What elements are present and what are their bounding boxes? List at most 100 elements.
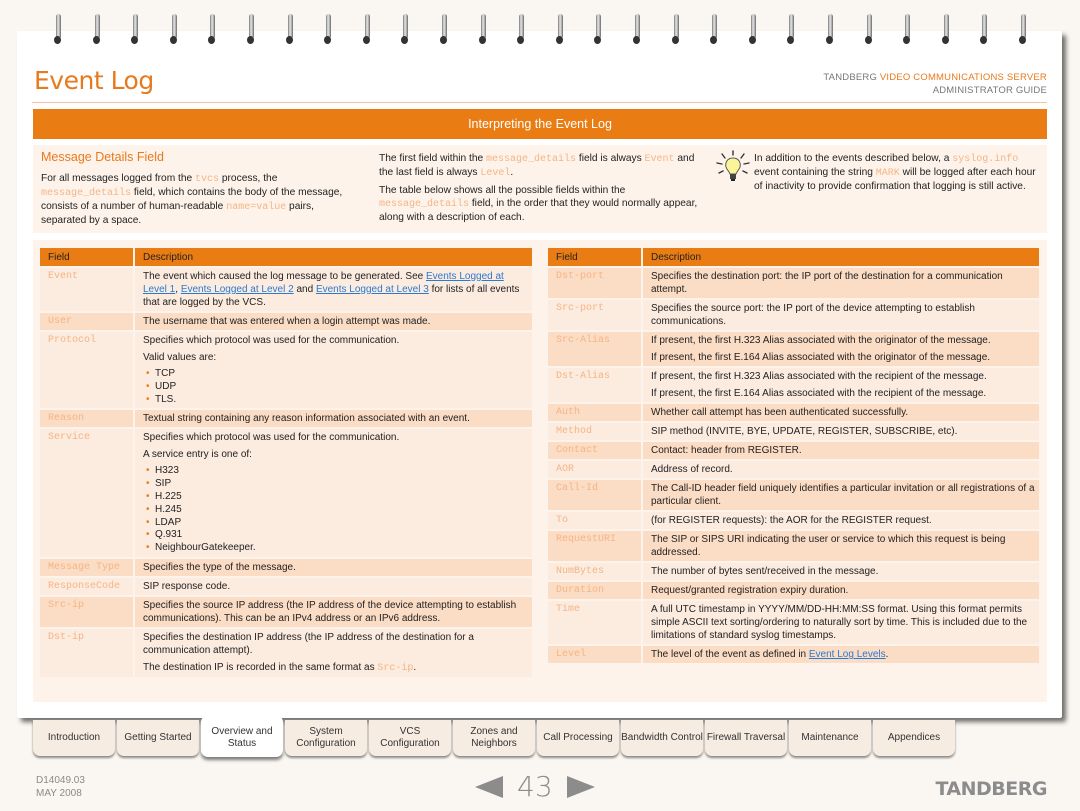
link-event-log-levels[interactable]: Event Log Levels (809, 649, 886, 660)
previous-page-arrow-icon[interactable] (475, 775, 503, 798)
field-name: Src-Alias (548, 332, 641, 366)
table-row: NumBytes The number of bytes sent/receiv… (548, 563, 1039, 580)
field-name: Call-Id (548, 480, 641, 510)
code-text: syslog.info (952, 154, 1019, 165)
field-description: SIP method (INVITE, BYE, UPDATE, REGISTE… (641, 423, 1039, 440)
binding-ring (246, 14, 258, 46)
table-row: Event The event which caused the log mes… (40, 268, 532, 311)
field-description: Specifies the type of the message. (133, 558, 532, 576)
binding-ring (902, 14, 914, 46)
intro-column-2: The first field within the message_detai… (379, 152, 709, 228)
list-item: UDP (143, 381, 528, 394)
tab-firewall-traversal[interactable]: Firewall Traversal (705, 720, 787, 756)
page-navigation: 43 (475, 770, 595, 803)
field-description: Textual string containing any reason inf… (133, 410, 532, 428)
chapter-tabs: Introduction Getting Started Overview an… (33, 716, 957, 760)
field-description: If present, the first H.323 Alias associ… (641, 368, 1039, 402)
tab-bandwidth-control[interactable]: Bandwidth Control (621, 720, 703, 756)
field-name: Dst-Alias (548, 368, 641, 402)
table-row: Service Specifies which protocol was use… (40, 429, 532, 557)
section-title: Interpreting the Event Log (33, 109, 1047, 139)
text: . (885, 649, 889, 660)
guide-name: ADMINISTRATOR GUIDE (932, 85, 1047, 96)
field-description: Specifies the source port: the IP port o… (641, 300, 1039, 330)
tab-vcs-configuration[interactable]: VCS Configuration (369, 720, 451, 756)
table-row: AOR Address of record. (548, 461, 1039, 478)
table-row: Dst-Alias If present, the first H.323 Al… (548, 368, 1039, 402)
intro-panel: Message Details Field For all messages l… (33, 145, 1047, 233)
binding-ring (53, 14, 65, 46)
text: Specifies the destination IP address (th… (143, 631, 474, 656)
field-name: Message Type (40, 558, 133, 576)
tab-call-processing[interactable]: Call Processing (537, 720, 619, 756)
tab-maintenance[interactable]: Maintenance (789, 720, 871, 756)
text: The destination IP is recorded in the sa… (143, 661, 378, 673)
code-text: name=value (226, 202, 287, 213)
binding-ring (941, 14, 953, 46)
tab-introduction[interactable]: Introduction (33, 720, 115, 756)
code-text: message_details (379, 199, 470, 210)
table-header-row: Field Description (548, 248, 1039, 266)
list-item: NeighbourGatekeeper. (143, 542, 528, 555)
binding-ring (362, 14, 374, 46)
binding-ring (555, 14, 567, 46)
binding-ring (1018, 14, 1030, 46)
table-row: Time A full UTC timestamp in YYYY/MM/DD-… (548, 601, 1039, 644)
code-text: Src-ip (377, 662, 414, 674)
binding-ring (979, 14, 991, 46)
text: In addition to the events described belo… (754, 153, 953, 164)
next-page-arrow-icon[interactable] (566, 775, 595, 798)
field-description: The level of the event as defined in Eve… (641, 646, 1039, 663)
tip-box: In addition to the events described belo… (716, 150, 1041, 193)
intro-paragraph: The first field within the message_detai… (379, 152, 709, 180)
text: process, the (219, 173, 278, 184)
text: If present, the first H.323 Alias associ… (651, 335, 991, 346)
tab-getting-started[interactable]: Getting Started (117, 720, 199, 756)
table-row: Call-Id The Call-ID header field uniquel… (548, 480, 1039, 510)
intro-heading: Message Details Field (41, 150, 164, 164)
binding-ring (786, 14, 798, 46)
field-name: Src-port (548, 300, 641, 330)
column-header-field: Field (40, 248, 133, 266)
list-item: LDAP (143, 517, 528, 530)
link-events-level-2[interactable]: Events Logged at Level 2 (181, 284, 294, 295)
list-item: SIP (143, 478, 528, 491)
field-name: Dst-port (548, 268, 641, 298)
binding-ring (632, 14, 644, 46)
binding-ring (671, 14, 683, 46)
link-events-level-3[interactable]: Events Logged at Level 3 (316, 284, 429, 295)
list-item: H.225 (143, 491, 528, 504)
field-name: Auth (548, 404, 641, 421)
field-name: Method (548, 423, 641, 440)
binding-ring (478, 14, 490, 46)
document-info: D14049.03 MAY 2008 (36, 774, 85, 800)
field-name: ResponseCode (40, 577, 133, 595)
table-row: Method SIP method (INVITE, BYE, UPDATE, … (548, 423, 1039, 440)
field-name: Event (40, 268, 133, 311)
text: Valid values are: (143, 352, 217, 363)
table-row: Protocol Specifies which protocol was us… (40, 332, 532, 409)
text: The first field within the (379, 153, 487, 164)
text: If present, the first E.164 Alias associ… (651, 388, 987, 399)
tab-overview-and-status[interactable]: Overview and Status (201, 716, 283, 757)
field-description: Whether call attempt has been authentica… (641, 404, 1039, 421)
code-text: MARK (875, 168, 900, 179)
list-item: H323 (143, 465, 528, 478)
code-text: Level (480, 168, 511, 179)
field-name: NumBytes (548, 563, 641, 580)
tab-system-configuration[interactable]: System Configuration (285, 720, 367, 756)
table-row: User The username that was entered when … (40, 313, 532, 330)
product-name: TANDBERG VIDEO COMMUNICATIONS SERVER (823, 72, 1047, 83)
field-description: Specifies the source IP address (the IP … (133, 596, 532, 627)
binding-ring (439, 14, 451, 46)
intro-paragraph: The table below shows all the possible f… (379, 184, 709, 224)
field-name: Protocol (40, 332, 133, 409)
table-row: Src-port Specifies the source port: the … (548, 300, 1039, 330)
field-name: Src-ip (40, 596, 133, 627)
table-row: Dst-ip Specifies the destination IP addr… (40, 628, 532, 677)
text: A service entry is one of: (143, 449, 252, 461)
binding-ring (169, 14, 181, 46)
tab-appendices[interactable]: Appendices (873, 720, 955, 756)
tab-zones-and-neighbors[interactable]: Zones and Neighbors (453, 720, 535, 756)
field-description: A full UTC timestamp in YYYY/MM/DD-HH:MM… (641, 601, 1039, 644)
